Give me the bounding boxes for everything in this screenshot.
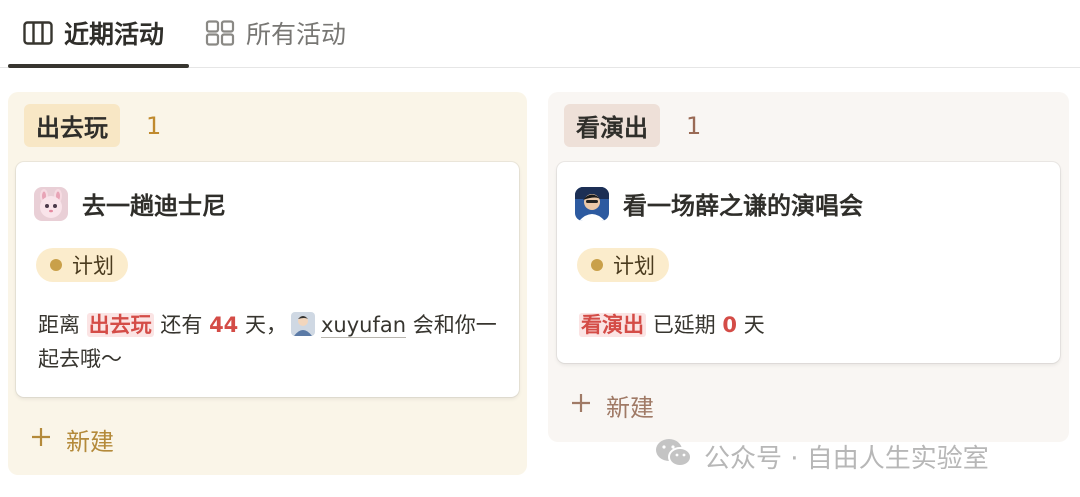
watermark: 公众号 · 自由人生实验室 (654, 436, 989, 477)
column-header: 看演出 1 (564, 104, 701, 147)
group-count: 1 (686, 111, 702, 140)
days-count: 0 (722, 313, 737, 337)
text-unit: 天， (244, 313, 287, 337)
status-badge[interactable]: 计划 (577, 248, 669, 282)
user-avatar-icon (290, 312, 315, 336)
group-mention: 看演出 (579, 313, 646, 337)
wechat-icon (654, 436, 694, 477)
text-prefix: 距离 (38, 313, 80, 337)
view-tabs: 近期活动 所有活动 (0, 0, 1080, 68)
card-title: 看一场薛之谦的演唱会 (575, 186, 863, 221)
card-countdown-text: 距离 出去玩 还有 44 天， xuyufan 会和你一起去哦～ (38, 308, 508, 376)
board-column-show: 看演出 1 看一场薛之谦的演唱会 计划 看演出 已延期 0 天 新建 (548, 92, 1069, 442)
user-mention[interactable]: xuyufan (320, 313, 407, 338)
text-unit: 天 (743, 313, 765, 337)
new-card-label: 新建 (66, 428, 114, 456)
card-delay-text: 看演出 已延期 0 天 (579, 308, 1049, 342)
gallery-icon (204, 20, 236, 46)
tab-all-activities[interactable]: 所有活动 (204, 10, 346, 56)
days-count: 44 (209, 313, 239, 337)
status-badge[interactable]: 计划 (36, 248, 128, 282)
status-dot-icon (50, 259, 62, 271)
new-card-button[interactable]: 新建 (570, 388, 654, 423)
group-tag[interactable]: 出去玩 (24, 104, 120, 147)
board-card[interactable]: 去一趟迪士尼 计划 距离 出去玩 还有 44 天， xuyufan 会和你一起去哦… (16, 162, 519, 397)
card-title-text: 看一场薛之谦的演唱会 (623, 192, 863, 220)
status-label: 计划 (72, 254, 114, 278)
new-card-button[interactable]: 新建 (30, 422, 114, 457)
active-tab-indicator (8, 64, 189, 68)
plus-icon (570, 392, 592, 420)
text-mid: 还有 (160, 313, 203, 337)
card-title: 去一趟迪士尼 (34, 186, 226, 221)
group-tag[interactable]: 看演出 (564, 104, 660, 147)
board-icon (22, 20, 54, 46)
status-label: 计划 (613, 254, 655, 278)
group-count: 1 (146, 111, 162, 140)
text-mid: 已延期 (652, 313, 716, 337)
plush-bunny-icon (34, 186, 68, 221)
card-title-text: 去一趟迪士尼 (82, 192, 226, 220)
plus-icon (30, 426, 52, 454)
group-mention: 出去玩 (86, 313, 154, 337)
column-header: 出去玩 1 (24, 104, 161, 147)
tab-recent-activities[interactable]: 近期活动 (22, 10, 164, 56)
watermark-text: 公众号 · 自由人生实验室 (704, 444, 989, 474)
status-dot-icon (591, 259, 603, 271)
board-column-outing: 出去玩 1 去一趟迪士尼 计划 距离 出去玩 还有 44 天， xuyufan … (8, 92, 527, 475)
new-card-label: 新建 (606, 394, 654, 422)
singer-avatar-icon (575, 186, 609, 221)
tab-label: 近期活动 (64, 20, 165, 49)
tab-label: 所有活动 (246, 20, 347, 49)
board-card[interactable]: 看一场薛之谦的演唱会 计划 看演出 已延期 0 天 (557, 162, 1060, 363)
